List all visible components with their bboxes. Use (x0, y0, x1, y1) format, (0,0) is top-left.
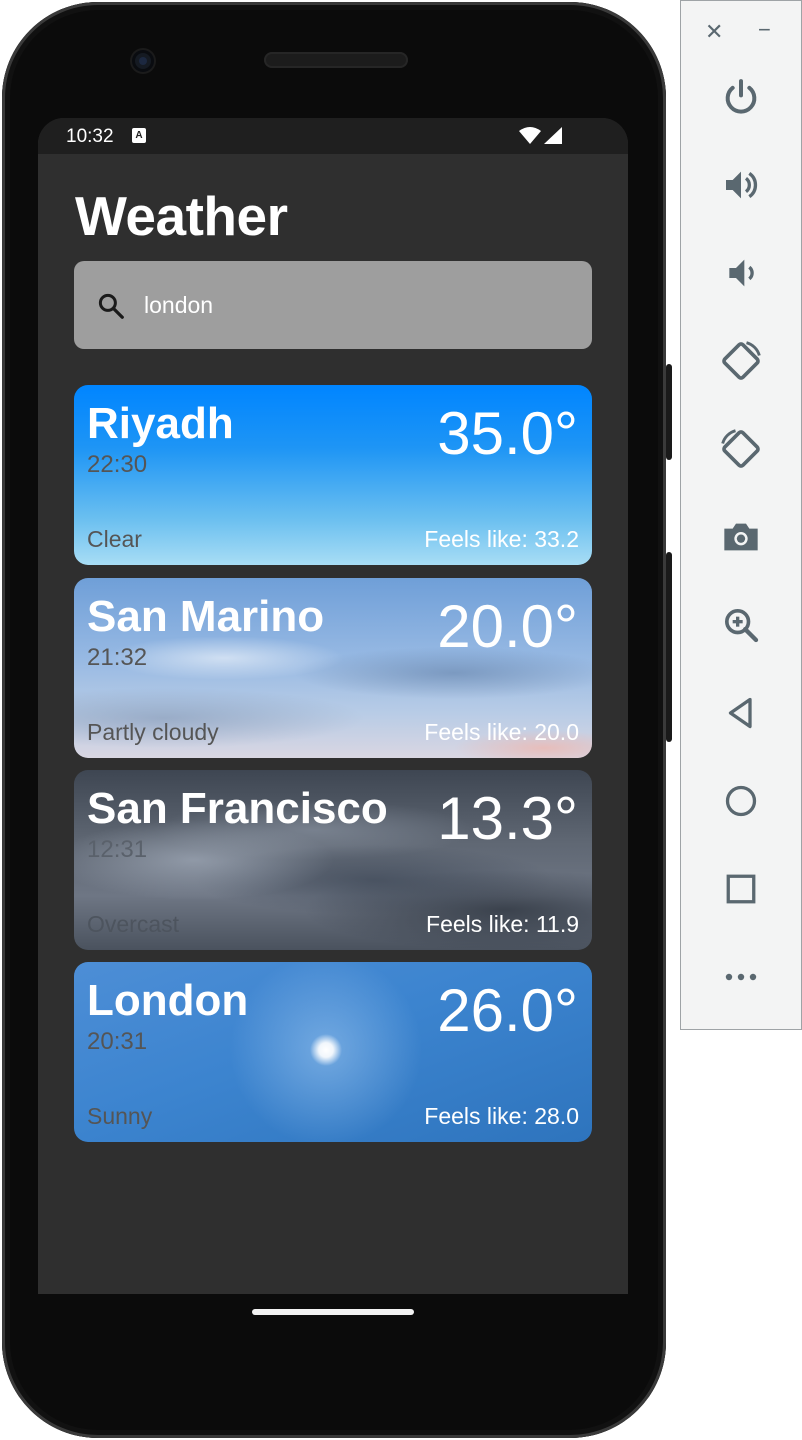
back-icon[interactable] (717, 689, 765, 737)
more-icon[interactable] (717, 953, 765, 1001)
status-time: 10:32 (66, 126, 114, 147)
home-icon[interactable] (717, 777, 765, 825)
card-feels-like: Feels like: 20.0 (424, 719, 579, 745)
card-city: London (87, 976, 249, 1025)
weather-card-san-marino[interactable]: San Marino 21:32 20.0° Partly cloudy Fee… (74, 578, 592, 758)
signal-icon (544, 127, 562, 144)
earpiece-speaker (264, 52, 408, 68)
weather-card-london[interactable]: London 20:31 26.0° Sunny Feels like: 28.… (74, 962, 592, 1142)
search-bar[interactable] (74, 261, 592, 349)
volume-down-icon[interactable] (717, 249, 765, 297)
card-temperature: 20.0° (437, 593, 578, 660)
gesture-nav-handle[interactable] (252, 1309, 414, 1315)
card-feels-like: Feels like: 33.2 (424, 526, 579, 552)
front-camera (132, 50, 154, 72)
notification-icon: A (132, 128, 146, 143)
card-feels-like: Feels like: 28.0 (424, 1103, 579, 1129)
card-condition: Clear (87, 526, 142, 552)
card-temperature: 13.3° (437, 785, 578, 852)
phone-screen: 10:32 A Weather Riyadh 22:30 35.0° Clear… (38, 118, 628, 1294)
card-feels-like: Feels like: 11.9 (426, 911, 579, 937)
card-temperature: 35.0° (437, 400, 578, 467)
card-condition: Overcast (87, 911, 180, 937)
card-city: San Francisco (87, 784, 388, 833)
weather-card-riyadh[interactable]: Riyadh 22:30 35.0° Clear Feels like: 33.… (74, 385, 592, 565)
rotate-right-icon[interactable] (717, 425, 765, 473)
status-icons (518, 126, 564, 151)
overview-icon[interactable] (717, 865, 765, 913)
status-bar: 10:32 A (38, 118, 628, 154)
card-city: Riyadh (87, 399, 234, 448)
weather-card-san-francisco[interactable]: San Francisco 12:31 13.3° Overcast Feels… (74, 770, 592, 950)
camera-icon[interactable] (717, 513, 765, 561)
card-temperature: 26.0° (437, 977, 578, 1044)
power-icon[interactable] (717, 73, 765, 121)
emulator-toolbar: ✕ − (680, 0, 802, 1030)
card-time: 20:31 (87, 1028, 148, 1055)
card-condition: Sunny (87, 1103, 153, 1129)
card-condition: Partly cloudy (87, 719, 219, 745)
volume-up-icon[interactable] (717, 161, 765, 209)
search-icon (96, 291, 126, 326)
zoom-icon[interactable] (717, 601, 765, 649)
close-icon[interactable]: ✕ (705, 19, 723, 45)
page-title: Weather (75, 185, 288, 247)
card-time: 12:31 (87, 836, 148, 863)
phone-volume-rocker (666, 552, 672, 742)
minimize-icon[interactable]: − (758, 17, 771, 43)
card-time: 22:30 (87, 451, 148, 478)
card-time: 21:32 (87, 644, 148, 671)
rotate-left-icon[interactable] (717, 337, 765, 385)
phone-power-button (666, 364, 672, 460)
card-city: San Marino (87, 592, 325, 641)
wifi-icon (519, 127, 541, 144)
search-input[interactable] (144, 285, 564, 325)
